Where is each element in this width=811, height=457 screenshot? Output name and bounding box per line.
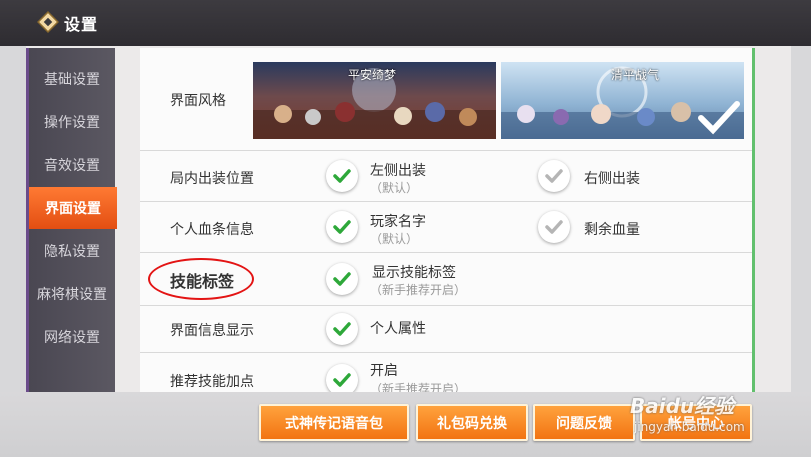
option-title: 左侧出装	[370, 163, 426, 179]
theme-name: 清平战气	[611, 68, 660, 82]
check-on-icon[interactable]	[326, 313, 358, 345]
setting-row-ui-info: 界面信息显示 个人属性	[140, 306, 752, 353]
row-label: 界面信息显示	[170, 323, 254, 339]
option-title: 剩余血量	[584, 222, 640, 238]
watermark-url: jingyan.baidu.com	[634, 420, 745, 434]
settings-diamond-icon[interactable]	[36, 10, 60, 34]
sidebar-item-interface[interactable]: 界面设置	[29, 187, 117, 229]
row-label: 推荐技能加点	[170, 374, 254, 390]
option-subtitle: （新手推荐开启）	[370, 283, 467, 297]
sidebar-item-network[interactable]: 网络设置	[29, 316, 115, 358]
selected-checkmark-icon	[698, 101, 740, 135]
watermark-brand: Baidu经验	[630, 394, 735, 418]
setting-row-hp-info: 个人血条信息 玩家名字 （默认） 剩余血量	[140, 202, 752, 253]
theme-name: 平安绮梦	[348, 68, 397, 82]
option-subtitle: （默认）	[370, 181, 419, 195]
sidebar-item-sound[interactable]: 音效设置	[29, 144, 115, 186]
sidebar-item-privacy[interactable]: 隐私设置	[29, 230, 115, 272]
option-title: 玩家名字	[370, 214, 426, 230]
theme-option-heian[interactable]: 平安绮梦	[253, 62, 496, 139]
interface-settings-list: 界面风格 平安绮梦 清平战气 局内出装位置 左侧出装 （默认） 右侧出装 个人血…	[140, 48, 755, 392]
voice-pack-button[interactable]: 式神传记语音包	[259, 404, 409, 441]
gift-code-button[interactable]: 礼包码兑换	[416, 404, 528, 441]
check-off-icon[interactable]	[538, 211, 570, 243]
sidebar-item-controls[interactable]: 操作设置	[29, 101, 115, 143]
baidu-watermark: Baidu经验 jingyan.baidu.com	[620, 384, 780, 444]
option-title: 右侧出装	[584, 171, 640, 187]
setting-row-equip-position: 局内出装位置 左侧出装 （默认） 右侧出装	[140, 151, 752, 202]
sidebar-item-mahjong-chess[interactable]: 麻将棋设置	[29, 273, 115, 315]
settings-sidebar: 基础设置 操作设置 音效设置 界面设置 隐私设置 麻将棋设置 网络设置	[26, 48, 117, 392]
option-title: 显示技能标签	[372, 265, 456, 281]
top-bar: 设置	[0, 0, 811, 46]
check-on-icon[interactable]	[326, 263, 358, 295]
check-off-icon[interactable]	[538, 160, 570, 192]
option-title: 个人属性	[370, 321, 426, 337]
option-subtitle: （默认）	[370, 232, 419, 246]
option-subtitle: （新手推荐开启）	[370, 382, 467, 392]
row-label: 界面风格	[170, 93, 226, 109]
sidebar-item-basic[interactable]: 基础设置	[29, 58, 115, 100]
page-title: 设置	[64, 15, 99, 34]
option-title: 开启	[370, 363, 398, 379]
check-on-icon[interactable]	[326, 160, 358, 192]
check-on-icon[interactable]	[326, 364, 358, 392]
row-label: 局内出装位置	[170, 171, 254, 187]
row-label: 个人血条信息	[170, 222, 254, 238]
setting-row-theme: 界面风格 平安绮梦 清平战气	[140, 48, 752, 151]
check-on-icon[interactable]	[326, 211, 358, 243]
theme-option-qingping[interactable]: 清平战气	[501, 62, 744, 139]
annotation-circle	[148, 258, 254, 300]
